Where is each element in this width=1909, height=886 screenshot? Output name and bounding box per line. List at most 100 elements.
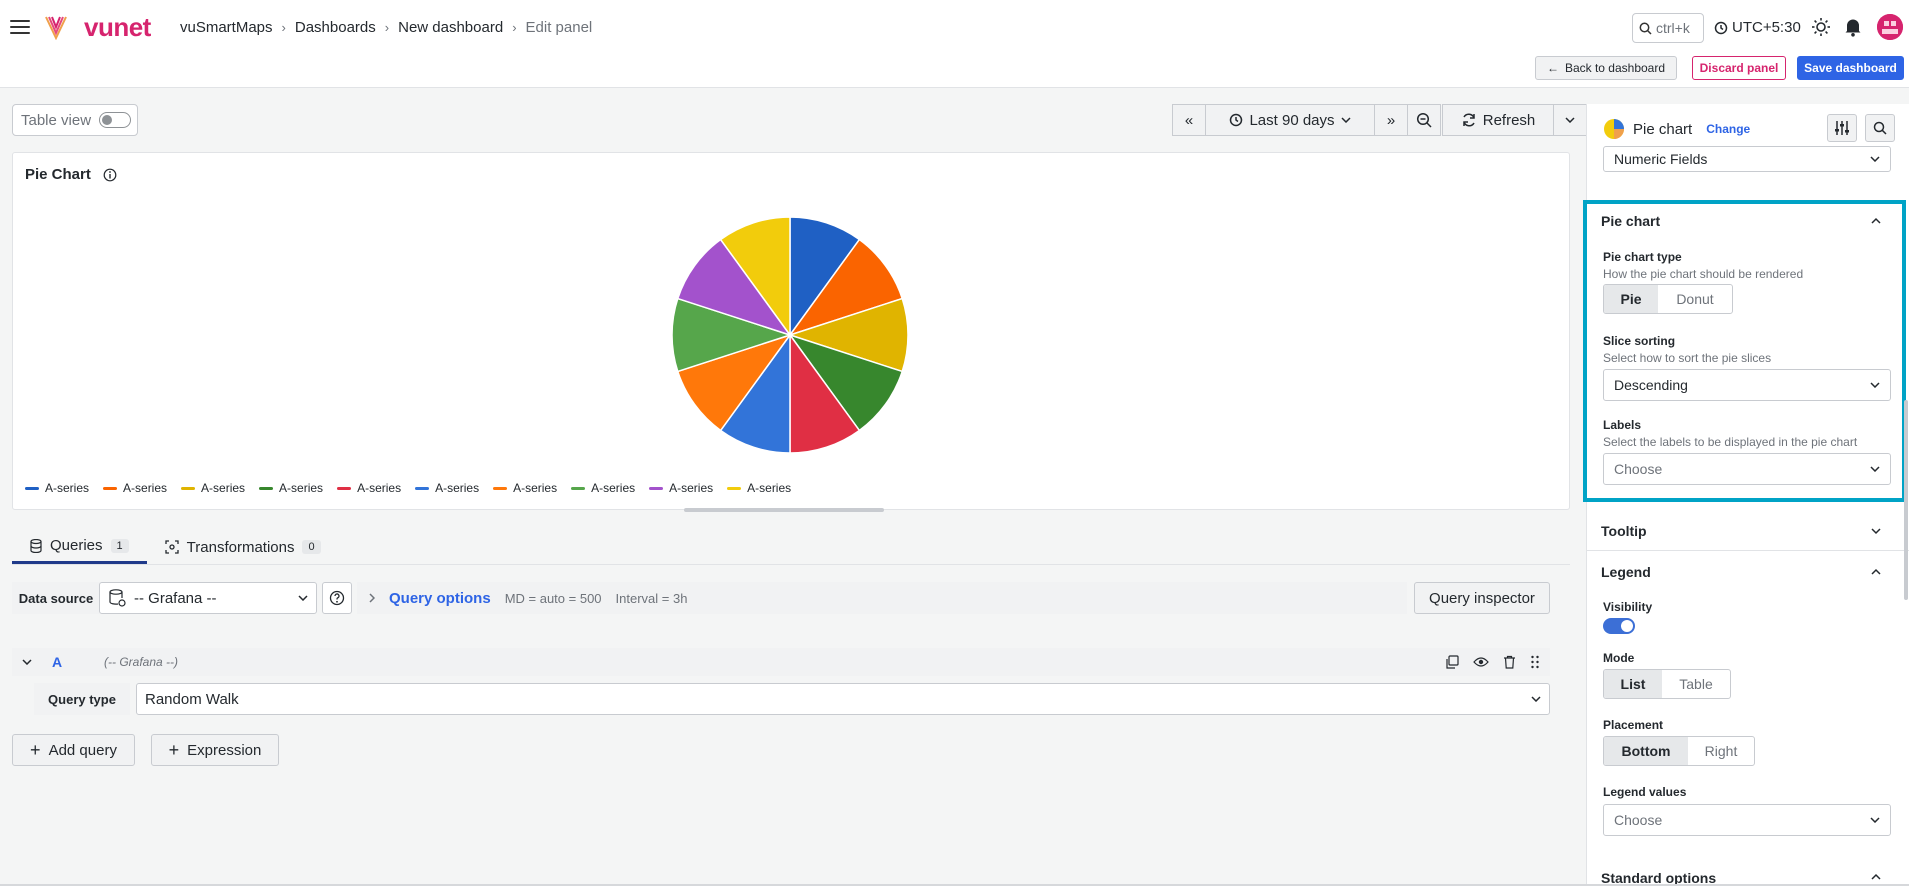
legend-item[interactable]: A-series (415, 481, 479, 495)
search-icon (1873, 121, 1887, 135)
legend-item[interactable]: A-series (727, 481, 791, 495)
discard-panel-button[interactable]: Discard panel (1692, 56, 1786, 80)
bell-icon (1845, 19, 1861, 37)
change-visualization-link[interactable]: Change (1706, 122, 1750, 136)
info-icon[interactable] (103, 168, 117, 182)
pie-chart-icon (1604, 119, 1624, 139)
search-icon (1639, 22, 1652, 35)
pie-chart (671, 216, 909, 454)
options-search-button[interactable] (1865, 114, 1895, 142)
legend-placement-radio: Bottom Right (1603, 736, 1755, 766)
menu-icon[interactable] (10, 20, 30, 35)
legend-swatch (649, 486, 664, 490)
chevron-down-icon[interactable] (1871, 526, 1881, 536)
chevron-down-icon (1531, 696, 1541, 702)
panel-title: Pie Chart (25, 166, 117, 183)
legend-item[interactable]: A-series (493, 481, 557, 495)
legend-item[interactable]: A-series (103, 481, 167, 495)
legend-label: A-series (279, 481, 324, 495)
chevron-up-icon[interactable] (1871, 872, 1881, 882)
datasource-icon (109, 589, 126, 607)
double-chevron-left-icon: « (1184, 111, 1194, 129)
legend-label: A-series (123, 481, 168, 495)
add-expression-button[interactable]: + Expression (151, 734, 279, 766)
legend-swatch (727, 486, 742, 490)
options-filter-button[interactable] (1827, 114, 1857, 142)
query-options-toggle[interactable]: Query options MD = auto = 500 Interval =… (357, 582, 1407, 614)
chart-legend: A-series A-series A-series A-series A-series… (25, 481, 791, 495)
panel-resize-handle[interactable] (684, 508, 884, 512)
notifications-button[interactable] (1842, 16, 1864, 38)
transformations-count: 0 (302, 540, 321, 554)
datasource-select[interactable]: -- Grafana -- (99, 582, 317, 614)
toggle-switch[interactable] (99, 112, 132, 128)
panel-preview: Pie Chart A-series A-series A-series A-seri… (12, 152, 1570, 510)
legend-mode-table[interactable]: Table (1662, 670, 1730, 698)
time-shift-back-button[interactable]: « (1172, 104, 1206, 136)
drag-handle-icon[interactable] (1530, 655, 1540, 669)
query-letter[interactable]: A (52, 654, 62, 670)
query-options-title: Query options (389, 589, 491, 607)
visualization-picker[interactable]: Pie chart Change (1603, 118, 1750, 140)
legend-label: A-series (45, 481, 90, 495)
avatar[interactable] (1877, 14, 1903, 40)
refresh-button[interactable]: Refresh (1442, 104, 1554, 136)
numeric-fields-select[interactable]: Numeric Fields (1603, 146, 1891, 172)
tab-transformations[interactable]: Transformations 0 (147, 530, 339, 564)
time-range-picker[interactable]: Last 90 days (1205, 104, 1375, 136)
add-query-button[interactable]: + Add query (12, 734, 135, 766)
theme-toggle-button[interactable] (1810, 16, 1832, 38)
legend-item[interactable]: A-series (571, 481, 635, 495)
database-icon (30, 538, 42, 553)
zoom-out-icon (1416, 112, 1432, 128)
clock-icon (1230, 113, 1243, 127)
eye-icon[interactable] (1473, 656, 1489, 668)
query-type-row: Query type Random Walk (34, 683, 1550, 715)
back-to-dashboard-button[interactable]: ← Back to dashboard (1535, 56, 1677, 80)
legend-swatch (415, 486, 430, 490)
legend-visibility-switch[interactable] (1603, 618, 1635, 634)
sidebar-scrollbar[interactable] (1904, 400, 1908, 600)
query-type-select[interactable]: Random Walk (136, 683, 1550, 715)
search-shortcut: ctrl+k (1656, 20, 1690, 36)
chevron-up-icon[interactable] (1871, 567, 1881, 577)
legend-item[interactable]: A-series (337, 481, 401, 495)
query-inspector-button[interactable]: Query inspector (1414, 582, 1550, 614)
legend-section-title[interactable]: Legend (1601, 564, 1651, 580)
datasource-help-button[interactable] (322, 582, 352, 614)
logo-text: vunet (84, 12, 151, 42)
breadcrumb-new-dashboard[interactable]: New dashboard (398, 19, 503, 36)
time-range-controls: « Last 90 days » (1172, 104, 1441, 136)
legend-placement-bottom[interactable]: Bottom (1604, 737, 1688, 765)
save-dashboard-button[interactable]: Save dashboard (1797, 56, 1904, 80)
legend-placement-right[interactable]: Right (1688, 737, 1754, 765)
refresh-interval-dropdown[interactable] (1553, 104, 1587, 136)
duplicate-icon[interactable] (1445, 655, 1459, 669)
zoom-out-button[interactable] (1407, 104, 1441, 136)
breadcrumb-vusmartmaps[interactable]: vuSmartMaps (180, 19, 273, 36)
legend-label: A-series (435, 481, 480, 495)
legend-item[interactable]: A-series (25, 481, 89, 495)
table-view-label: Table view (21, 111, 92, 129)
legend-mode-list[interactable]: List (1604, 670, 1662, 698)
trash-icon[interactable] (1503, 655, 1516, 669)
time-shift-forward-button[interactable]: » (1374, 104, 1408, 136)
chevron-down-icon[interactable] (22, 659, 32, 665)
chevron-right-icon: › (281, 20, 286, 35)
legend-item[interactable]: A-series (181, 481, 245, 495)
arrow-left-icon: ← (1546, 61, 1559, 75)
tooltip-section-title[interactable]: Tooltip (1601, 523, 1647, 539)
breadcrumb-dashboards[interactable]: Dashboards (295, 19, 376, 36)
legend-item[interactable]: A-series (649, 481, 713, 495)
search-button[interactable]: ctrl+k (1632, 13, 1704, 43)
tab-queries[interactable]: Queries 1 (12, 530, 147, 564)
pie-chart-section-highlight (1583, 200, 1906, 502)
legend-item[interactable]: A-series (259, 481, 323, 495)
chevron-down-icon (1341, 117, 1351, 123)
table-view-toggle[interactable]: Table view (12, 104, 138, 136)
timezone-display[interactable]: UTC+5:30 (1714, 19, 1801, 36)
legend-values-select[interactable]: Choose (1603, 804, 1891, 836)
query-type-value: Random Walk (145, 690, 239, 708)
refresh-controls: Refresh (1442, 104, 1587, 136)
tabs-divider (12, 564, 1570, 565)
